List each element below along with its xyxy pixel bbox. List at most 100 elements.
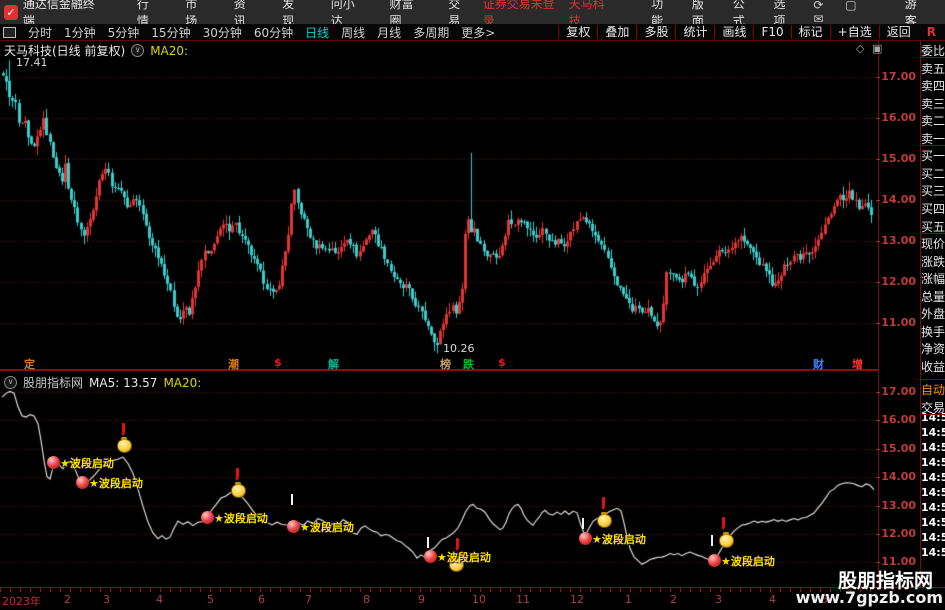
- money-bag-icon: [719, 532, 734, 548]
- white-tick-icon: [711, 535, 713, 546]
- period-button[interactable]: 1分钟: [58, 24, 102, 41]
- watermark-site-url: www.7gpzb.com: [795, 588, 943, 607]
- signal-label: ★波段启动: [592, 533, 646, 546]
- toolbar-button[interactable]: 复权: [558, 25, 597, 39]
- signal-label: ★波段启动: [300, 521, 354, 534]
- price-axis-label: 15.00: [881, 441, 916, 455]
- price-axis-label: 17.00: [881, 385, 916, 398]
- period-button[interactable]: 分时: [22, 24, 58, 41]
- price-axis-label: 14.00: [881, 470, 916, 484]
- price-axis-label: 13.00: [881, 498, 916, 512]
- layout-icon[interactable]: [3, 26, 16, 38]
- price-axis-line: [878, 40, 879, 609]
- month-label: 5: [207, 593, 214, 606]
- toolbar-button[interactable]: 返回: [878, 25, 918, 39]
- event-marker[interactable]: 定: [24, 356, 35, 372]
- pane-layout-icon[interactable]: ▣: [872, 42, 882, 55]
- quote-row-label: 卖五: [921, 61, 945, 76]
- event-marker[interactable]: 财: [813, 356, 824, 372]
- tick-time: 14:56: [921, 531, 945, 544]
- red-flag-icon: [235, 468, 239, 481]
- diamond-tool-icon[interactable]: ◇: [856, 42, 864, 55]
- event-marker[interactable]: $: [498, 356, 506, 369]
- toolbar-button[interactable]: 画线: [714, 25, 753, 39]
- price-axis-tick: [876, 562, 880, 564]
- period-button[interactable]: 多周期: [407, 24, 455, 41]
- signal-ball-icon: [201, 511, 214, 524]
- quote-row-label: 涨跌: [921, 254, 945, 269]
- white-tick-icon: [582, 518, 584, 529]
- quote-row-label: 买一: [921, 149, 945, 164]
- signal-ball-icon: [708, 554, 721, 567]
- signal-ball-icon: [424, 550, 437, 563]
- quote-panel: 委比 卖五 卖四 卖三 卖二 卖一 买一 买二 买三 买四 买五 现价 涨跌 涨幅 总量 外盘 换手 净资 收益 自…: [921, 40, 945, 609]
- collapse-pane-icon[interactable]: ∨: [131, 44, 145, 57]
- month-label: 8: [363, 593, 370, 606]
- period-button[interactable]: 5分钟: [102, 24, 146, 41]
- price-axis-label: 14.00: [881, 193, 916, 206]
- period-button[interactable]: 周线: [335, 24, 371, 41]
- pane-divider[interactable]: [0, 369, 878, 371]
- month-label: 11: [516, 593, 530, 606]
- topbar-icons: ⟳ ▢ ✉: [804, 0, 890, 26]
- event-marker[interactable]: 解: [328, 356, 339, 372]
- signal-label: ★波段启动: [437, 551, 491, 564]
- event-marker[interactable]: $: [274, 356, 282, 369]
- quote-row-label: 外盘: [921, 307, 945, 322]
- feedback-icon[interactable]: ⟳: [813, 0, 823, 12]
- tick-time: 14:56: [921, 426, 945, 439]
- period-button[interactable]: 日线: [299, 24, 335, 41]
- price-axis-tick: [876, 77, 880, 78]
- quote-panel-divider: [920, 233, 945, 234]
- price-axis-label: 12.00: [881, 275, 916, 288]
- price-axis-label: 16.00: [881, 111, 916, 124]
- period-button[interactable]: 30分钟: [197, 24, 248, 41]
- price-axis-tick: [876, 200, 880, 201]
- price-axis-tick: [876, 159, 880, 160]
- quote-row-label: 涨幅: [921, 272, 945, 287]
- toolbar-button[interactable]: 多股: [636, 25, 675, 39]
- toolbar-button[interactable]: 标记: [790, 25, 830, 39]
- tick-time: 14:56: [921, 486, 945, 499]
- ma5-value: MA5: 13.57: [89, 375, 158, 390]
- white-tick-icon: [291, 494, 293, 505]
- money-bag-icon: [117, 437, 132, 453]
- period-button[interactable]: 60分钟: [248, 24, 299, 41]
- month-label: 3: [715, 593, 722, 606]
- period-button[interactable]: 15分钟: [145, 24, 196, 41]
- period-button[interactable]: 月线: [371, 24, 407, 41]
- signal-label: ★波段启动: [214, 512, 268, 525]
- month-label: 12: [570, 593, 584, 606]
- price-axis-tick: [876, 420, 880, 422]
- price-axis-tick: [876, 477, 880, 479]
- app-logo-icon: ✓: [4, 4, 18, 20]
- red-flag-icon: [601, 497, 605, 510]
- time-axis-ticks: [0, 588, 878, 592]
- signal-ball-icon: [579, 532, 592, 545]
- month-label: 6: [258, 593, 265, 606]
- toolbar-button[interactable]: 叠加: [597, 25, 636, 39]
- candlestick-chart-canvas[interactable]: [0, 40, 878, 587]
- month-label: 2023年: [2, 595, 41, 608]
- record-indicator: R: [926, 25, 936, 39]
- quote-panel-divider: [920, 145, 945, 146]
- toolbar-button[interactable]: F10: [753, 25, 790, 39]
- toolbar-right-buttons: 复权 叠加 多股 统计 画线 F10 标记 +自选 返回 R: [558, 24, 945, 40]
- quote-row-label: 现价: [921, 237, 945, 252]
- event-marker[interactable]: 跌: [463, 356, 474, 372]
- collapse-indicator-icon[interactable]: ∨: [4, 376, 17, 389]
- event-marker[interactable]: 增: [852, 356, 863, 372]
- event-marker[interactable]: 潮: [228, 356, 239, 372]
- period-toolbar: 分时 1分钟 5分钟 15分钟 30分钟 60分钟 日线 周线 月线 多周期 更多> 复权 叠加 多股统…: [0, 24, 945, 41]
- tick-time: 14:56: [921, 471, 945, 484]
- auto-trade-button[interactable]: 自动: [921, 381, 945, 398]
- signal-label: ★波段启动: [89, 477, 143, 490]
- month-label: 2: [64, 593, 71, 606]
- tick-time: 14:56: [921, 516, 945, 529]
- period-button[interactable]: 更多>: [455, 24, 501, 41]
- toolbar-button[interactable]: +自选: [829, 25, 879, 39]
- event-marker[interactable]: 榜: [440, 356, 451, 372]
- mobile-icon[interactable]: ▢: [845, 0, 856, 12]
- toolbar-button[interactable]: 统计: [675, 25, 714, 39]
- signal-label: ★波段启动: [721, 555, 775, 568]
